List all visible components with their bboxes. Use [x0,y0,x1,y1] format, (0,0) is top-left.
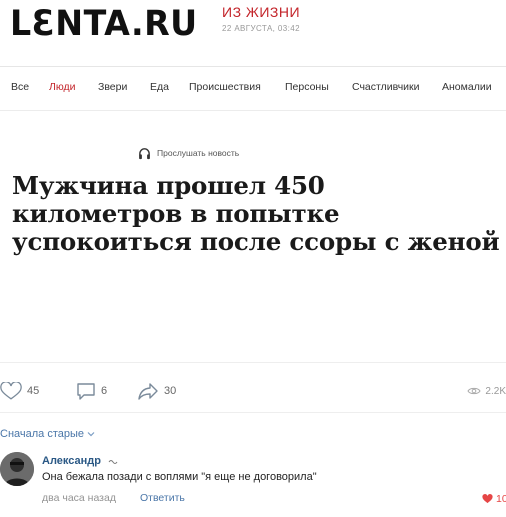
divider [0,412,506,413]
reply-button[interactable]: Ответить [140,492,185,504]
nav-item-animals[interactable]: Звери [98,81,127,93]
views-counter: 2.2K [467,383,506,399]
rubric-label[interactable]: ИЗ ЖИЗНИ [222,4,300,20]
like-button[interactable]: 45 [0,381,39,401]
comment-like-count: 10 [496,493,506,505]
eye-icon [467,387,481,395]
divider [0,66,506,67]
nav-item-lucky[interactable]: Счастливчики [352,81,420,93]
publish-date: 22 АВГУСТА, 03:42 [222,24,300,33]
nav-item-persons[interactable]: Персоны [285,81,329,93]
nav-item-people[interactable]: Люди [49,81,76,93]
comment-button[interactable]: 6 [76,381,107,401]
sort-label: Сначала старые [0,428,85,440]
comment-count: 6 [101,385,108,397]
divider [0,110,506,111]
comment-author[interactable]: Александр [42,455,101,467]
article-headline: Мужчина прошел 450 километров в попытке … [12,171,500,256]
nav-item-incidents[interactable]: Происшествия [189,81,261,93]
rubric-nav: Все Люди Звери Еда Происшествия Персоны … [0,78,506,98]
chevron-down-icon [87,432,95,437]
heart-icon [0,381,22,400]
share-count: 30 [164,385,177,397]
divider [0,362,506,363]
listen-label: Прослушать новость [157,148,240,158]
nav-item-all[interactable]: Все [11,81,29,93]
comment-sort-dropdown[interactable]: Сначала старые [0,428,95,440]
author-name-redaction [108,460,118,464]
comment-like-button[interactable]: 10 [482,492,506,506]
site-logo[interactable]: LƐNTA.RU [10,4,198,44]
views-count: 2.2K [485,385,506,397]
heart-icon [482,494,493,504]
comment-time[interactable]: два часа назад [42,492,116,504]
headphones-icon [139,147,150,159]
avatar[interactable] [0,452,34,486]
listen-button[interactable]: Прослушать новость [138,145,239,161]
comment-bubble-icon [77,382,95,400]
nav-item-anomalies[interactable]: Аномалии [442,81,492,93]
like-count: 45 [27,385,40,397]
nav-item-food[interactable]: Еда [150,81,169,93]
comment-text: Она бежала позади с воплями "я еще не до… [42,471,317,483]
share-arrow-icon [138,383,158,400]
share-button[interactable]: 30 [137,381,176,401]
